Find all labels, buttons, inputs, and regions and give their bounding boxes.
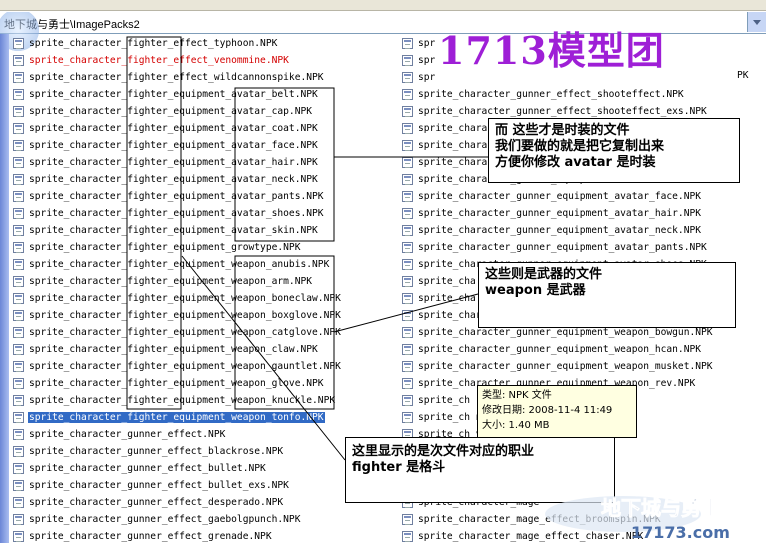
logo-url: 17173.com bbox=[631, 523, 730, 542]
callout-avatar: 而 这些才是时装的文件 我们要做的就是把它复制出来 方便你修改 avatar 是… bbox=[488, 118, 740, 183]
site-logo: 地下城与勇士 17173.com bbox=[543, 488, 765, 542]
callout-avatar-line-2: 我们要做的就是把它复制出来 bbox=[495, 139, 665, 154]
logo-text: 地下城与勇士 bbox=[601, 496, 721, 520]
callout-avatar-line-1: 而 这些才是时装的文件 bbox=[495, 123, 630, 138]
pointer-line-weapon bbox=[333, 293, 479, 333]
tooltip-date: 修改日期: 2008-11-4 11:49 bbox=[482, 405, 613, 416]
callout-avatar-line-3: 方便你修改 avatar 是时装 bbox=[495, 155, 656, 170]
column-highlight-box-avatar bbox=[234, 87, 335, 242]
tooltip-type: 类型: NPK 文件 bbox=[482, 390, 552, 401]
column-highlight-box-weapon bbox=[234, 255, 335, 410]
callout-weapon: 这些则是武器的文件 weapon 是武器 bbox=[478, 262, 736, 328]
callout-fighter-line-2: fighter 是格斗 bbox=[352, 460, 446, 475]
callout-fighter-line-1: 这里显示的是次文件对应的职业 bbox=[352, 444, 535, 459]
column-highlight-box-fighter bbox=[126, 36, 182, 410]
pointer-line-fighter bbox=[181, 255, 346, 461]
tooltip-size: 大小: 1.40 MB bbox=[482, 420, 550, 431]
file-tooltip: 类型: NPK 文件 修改日期: 2008-11-4 11:49 大小: 1.4… bbox=[477, 385, 637, 438]
callout-weapon-line-1: 这些则是武器的文件 bbox=[485, 267, 603, 282]
callout-weapon-line-2: weapon 是武器 bbox=[485, 283, 586, 298]
watermark-title: 1713模型团 bbox=[438, 28, 665, 73]
